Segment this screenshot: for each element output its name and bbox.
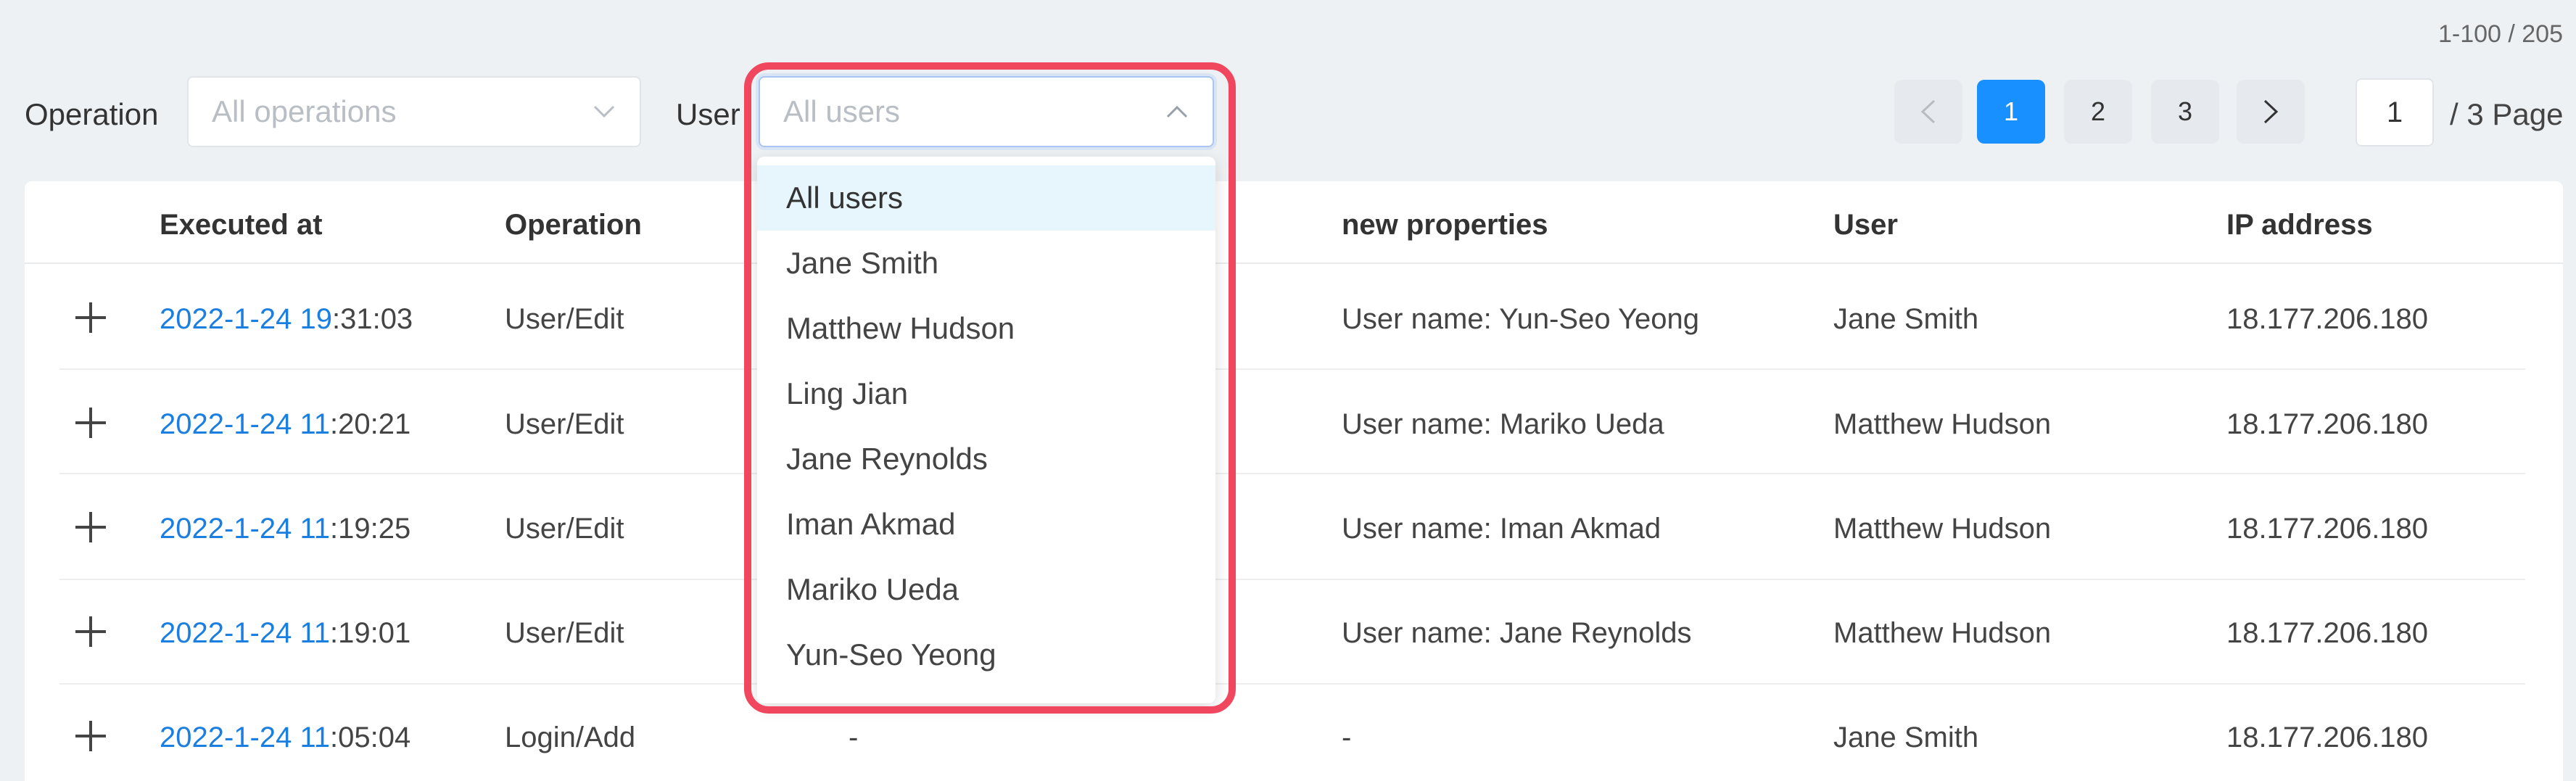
audit-log-table xyxy=(25,181,2563,781)
table-row-user: Matthew Hudson xyxy=(1833,408,2052,440)
table-row-new-properties: User name: Yun-Seo Yeong xyxy=(1342,303,1699,335)
column-header-new-properties[interactable]: new properties xyxy=(1342,209,1548,241)
table-row-operation: User/Edit xyxy=(505,513,624,545)
operation-filter-label: Operation xyxy=(25,97,159,131)
column-header-user[interactable]: User xyxy=(1833,209,1898,241)
page-2-button[interactable]: 2 xyxy=(2064,80,2132,144)
header-divider xyxy=(25,263,2563,264)
page-1-button[interactable]: 1 xyxy=(1977,80,2045,144)
row-divider xyxy=(59,683,2525,685)
table-row-executed-at: 2022-1-24 11:05:04 xyxy=(160,722,410,754)
prev-page-button[interactable] xyxy=(1894,80,1962,144)
table-row-operation: User/Edit xyxy=(505,408,624,440)
table-row-user: Matthew Hudson xyxy=(1833,513,2052,545)
timestamp-rest: :19:25 xyxy=(330,513,411,545)
timestamp-rest: :19:01 xyxy=(330,617,411,649)
table-row-user: Jane Smith xyxy=(1833,303,1979,335)
user-filter-label: User xyxy=(676,97,740,131)
table-row-executed-at: 2022-1-24 11:19:25 xyxy=(160,513,410,545)
table-row-executed-at: 2022-1-24 19:31:03 xyxy=(160,303,413,336)
table-row-ip: 18.177.206.180 xyxy=(2226,303,2429,335)
table-row-executed-at: 2022-1-24 11:20:21 xyxy=(160,408,410,441)
table-row-ip: 18.177.206.180 xyxy=(2226,722,2429,753)
table-row-operation: User/Edit xyxy=(505,303,624,335)
page-jump-input[interactable]: 1 xyxy=(2356,78,2434,146)
table-row-operation: Login/Add xyxy=(505,722,636,753)
table-row-ip: 18.177.206.180 xyxy=(2226,408,2429,440)
result-count: 1-100 / 205 xyxy=(2437,20,2563,48)
table-row-new-properties: User name: Iman Akmad xyxy=(1342,513,1661,545)
expand-row-plus-icon[interactable] xyxy=(74,615,107,648)
column-header-ip-address[interactable]: IP address xyxy=(2226,209,2373,241)
table-row-new-properties: User name: Jane Reynolds xyxy=(1342,617,1692,649)
table-row-ip: 18.177.206.180 xyxy=(2226,513,2429,545)
timestamp-highlight: 2022-1-24 11 xyxy=(160,617,330,649)
table-row-executed-at: 2022-1-24 11:19:01 xyxy=(160,617,410,650)
expand-row-plus-icon[interactable] xyxy=(74,719,107,753)
column-header-operation[interactable]: Operation xyxy=(505,209,642,241)
timestamp-highlight: 2022-1-24 11 xyxy=(160,513,330,545)
expand-row-plus-icon[interactable] xyxy=(74,511,107,544)
column-header-executed-at[interactable]: Executed at xyxy=(160,209,323,241)
page-3-button[interactable]: 3 xyxy=(2151,80,2219,144)
row-divider xyxy=(59,368,2525,370)
expand-row-plus-icon[interactable] xyxy=(74,406,107,439)
row-divider xyxy=(59,579,2525,580)
chevron-right-icon xyxy=(2263,99,2279,124)
expand-row-plus-icon[interactable] xyxy=(74,301,107,334)
timestamp-highlight: 2022-1-24 11 xyxy=(160,408,330,440)
timestamp-rest: :05:04 xyxy=(330,722,411,753)
operation-select-placeholder: All operations xyxy=(212,94,397,128)
chevron-left-icon xyxy=(1920,99,1936,124)
table-row-new-properties: - xyxy=(1342,722,1352,753)
timestamp-rest: :31:03 xyxy=(331,303,413,335)
table-row-operation: User/Edit xyxy=(505,617,624,649)
table-row-user: Matthew Hudson xyxy=(1833,617,2052,649)
row-divider xyxy=(59,473,2525,474)
table-row-old-properties: - xyxy=(849,722,859,753)
table-row-ip: 18.177.206.180 xyxy=(2226,617,2429,649)
operation-select[interactable]: All operations xyxy=(187,76,641,147)
timestamp-rest: :20:21 xyxy=(330,408,411,440)
timestamp-highlight: 2022-1-24 11 xyxy=(160,722,330,753)
timestamp-highlight: 2022-1-24 19 xyxy=(160,303,332,335)
focus-highlight-box xyxy=(744,62,1236,714)
next-page-button[interactable] xyxy=(2237,80,2305,144)
table-row-user: Jane Smith xyxy=(1833,722,1979,753)
chevron-down-icon xyxy=(593,105,615,118)
total-pages-text: / 3 Page xyxy=(2450,97,2564,131)
table-row-new-properties: User name: Mariko Ueda xyxy=(1342,408,1664,440)
